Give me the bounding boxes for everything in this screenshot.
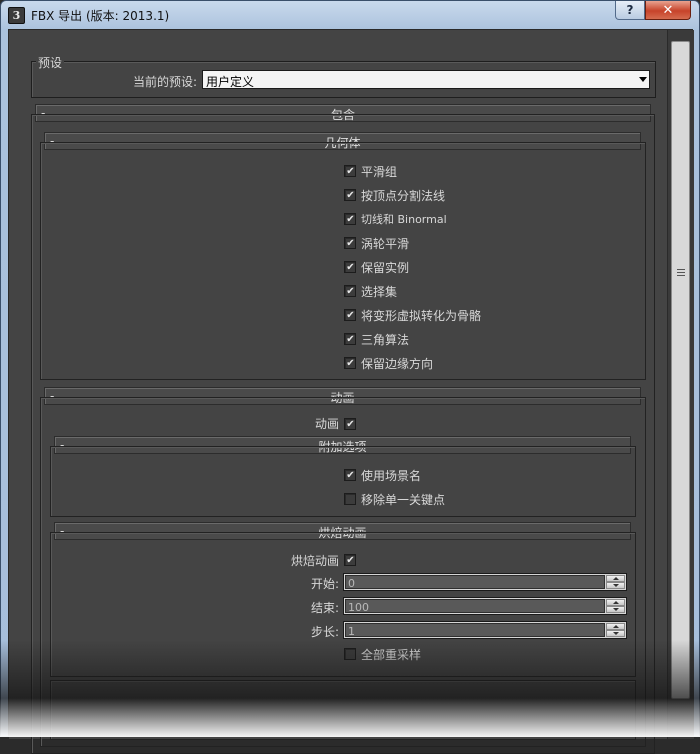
spinner-down-icon[interactable] [606, 582, 625, 589]
option-label: 保留边缘方向 [361, 357, 434, 371]
option-label: 三角算法 [361, 333, 410, 347]
next-rollout-body [50, 680, 636, 740]
checkbox-turbosmooth[interactable] [344, 237, 356, 249]
checkbox-bake-animation[interactable] [344, 554, 356, 566]
preset-dropdown[interactable]: 用户定义 [202, 70, 650, 89]
start-input[interactable]: 0 [345, 575, 605, 590]
step-label: 步长: [310, 625, 339, 639]
checkbox-use-scene-name[interactable] [344, 469, 356, 481]
animation-toggle-label: 动画 [314, 417, 339, 431]
option-label: 选择集 [361, 285, 398, 299]
checkbox-preserve-edge-orientation[interactable] [344, 357, 356, 369]
step-spinner[interactable]: 1 [343, 621, 627, 639]
extra-options-rollout-body [50, 446, 636, 517]
checkbox-triangulate[interactable] [344, 333, 356, 345]
settings-panel: 预设 当前的预设: 用户定义 - 包含 - 几何体 平滑组 按顶点分割法线 [9, 30, 667, 754]
option-label: 切线和 Binormal [361, 213, 447, 226]
scrollbar-thumb[interactable] [671, 41, 690, 699]
option-label: 按顶点分割法线 [361, 189, 446, 203]
spinner-up-icon[interactable] [606, 623, 625, 630]
grip-icon [677, 269, 685, 276]
checkbox-animation[interactable] [344, 418, 356, 430]
resample-all-label: 全部重采样 [361, 648, 422, 662]
start-label: 开始: [310, 577, 339, 591]
help-button[interactable]: ? [615, 1, 645, 20]
presets-group-label: 预设 [36, 54, 65, 71]
geometry-rollout-body [40, 142, 646, 380]
option-label: 保留实例 [361, 261, 410, 275]
checkbox-selection-sets[interactable] [344, 285, 356, 297]
bake-animation-label: 烘焙动画 [290, 554, 339, 568]
dialog-client-area: 预设 当前的预设: 用户定义 - 包含 - 几何体 平滑组 按顶点分割法线 [8, 29, 694, 754]
step-input[interactable]: 1 [345, 623, 605, 638]
fbx-export-dialog: 3 FBX 导出 (版本: 2013.1) ? ✕ 预设 当前的预设: 用户定义… [0, 0, 700, 754]
end-value: 100 [348, 601, 369, 614]
title-bar[interactable]: 3 FBX 导出 (版本: 2013.1) ? ✕ [1, 1, 699, 29]
vertical-scrollbar[interactable] [667, 30, 694, 739]
end-spinner[interactable]: 100 [343, 597, 627, 615]
start-spinner[interactable]: 0 [343, 573, 627, 591]
current-preset-label: 当前的预设: [133, 75, 198, 89]
preset-dropdown-value: 用户定义 [206, 75, 255, 89]
checkbox-preserve-instances[interactable] [344, 261, 356, 273]
checkbox-resample-all[interactable] [344, 648, 356, 660]
option-label: 移除单一关键点 [361, 493, 446, 507]
checkbox-convert-deforming-dummies[interactable] [344, 309, 356, 321]
spinner-up-icon[interactable] [606, 575, 625, 582]
option-label: 使用场景名 [361, 469, 422, 483]
spinner-down-icon[interactable] [606, 630, 625, 637]
checkbox-split-normals[interactable] [344, 189, 356, 201]
start-value: 0 [348, 577, 355, 590]
end-label: 结束: [310, 601, 339, 615]
checkbox-smoothing-groups[interactable] [344, 165, 356, 177]
close-button[interactable]: ✕ [645, 1, 691, 20]
chevron-down-icon [639, 77, 647, 82]
window-title: FBX 导出 (版本: 2013.1) [31, 9, 170, 23]
spinner-up-icon[interactable] [606, 599, 625, 606]
end-input[interactable]: 100 [345, 599, 605, 614]
step-value: 1 [348, 625, 355, 638]
checkbox-remove-single-keys[interactable] [344, 493, 356, 505]
option-label: 平滑组 [361, 165, 398, 179]
checkbox-tangents-binormals[interactable] [344, 213, 356, 225]
app-icon: 3 [8, 7, 25, 24]
spinner-down-icon[interactable] [606, 606, 625, 613]
option-label: 涡轮平滑 [361, 237, 410, 251]
option-label: 将变形虚拟转化为骨骼 [361, 309, 482, 323]
